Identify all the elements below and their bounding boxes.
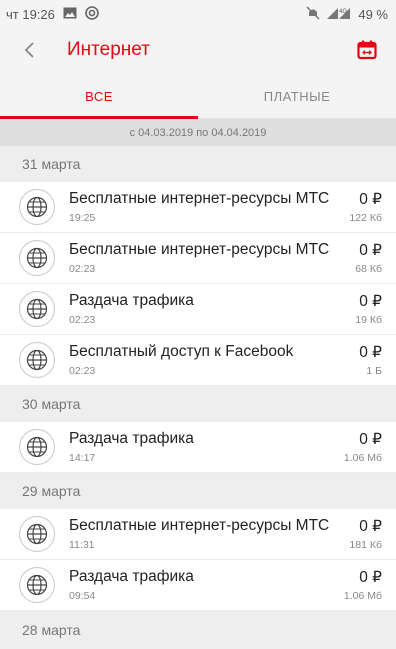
item-time: 02:23 (69, 263, 96, 275)
item-time: 14:17 (69, 452, 96, 464)
item-amount: 0 ₽ (359, 431, 382, 448)
globe-icon (18, 239, 56, 277)
list-item[interactable]: Бесплатный доступ к Facebook 02:23 0 ₽ 1… (0, 335, 396, 386)
item-amount: 0 ₽ (359, 518, 382, 535)
spiral-notification-icon (85, 6, 99, 23)
item-size: 1.06 Мб (343, 452, 382, 464)
list-item[interactable]: Бесплатные интернет-ресурсы МТС 19:25 0 … (0, 182, 396, 233)
item-amount: 0 ₽ (359, 344, 382, 361)
item-name: Раздача трафика (69, 430, 194, 447)
list-item[interactable]: Раздача трафика 14:17 0 ₽ 1.06 Мб (0, 422, 396, 473)
item-size: 181 Кб (349, 539, 382, 551)
item-time: 11:31 (69, 539, 95, 551)
list-item[interactable]: Раздача трафика 02:23 0 ₽ 19 Кб (0, 284, 396, 335)
mute-icon (306, 6, 320, 23)
item-amount: 0 ₽ (359, 293, 382, 310)
calendar-button[interactable] (356, 39, 378, 61)
globe-icon (18, 290, 56, 328)
item-size: 68 Кб (355, 263, 382, 275)
item-size: 1 Б (366, 365, 382, 377)
item-time: 02:23 (69, 314, 96, 326)
status-bar: чт 19:26 4G 49 % (0, 0, 396, 28)
item-size: 122 Кб (349, 212, 382, 224)
day-header: 31 марта (0, 146, 396, 182)
image-notification-icon (63, 7, 77, 22)
globe-icon (18, 515, 56, 553)
globe-icon (18, 428, 56, 466)
tab-all[interactable]: ВСЕ (0, 74, 198, 118)
battery-level: 49 % (358, 7, 388, 22)
item-name: Бесплатные интернет-ресурсы МТС (69, 241, 330, 258)
globe-icon (18, 566, 56, 604)
page-title: Интернет (67, 39, 150, 60)
item-size: 19 Кб (355, 314, 382, 326)
item-amount: 0 ₽ (359, 569, 382, 586)
chevron-left-icon (24, 42, 34, 58)
network-type-label: 4G (339, 9, 347, 15)
item-time: 19:25 (69, 212, 96, 224)
item-amount: 0 ₽ (359, 242, 382, 259)
item-name: Бесплатные интернет-ресурсы МТС (69, 517, 330, 534)
period-range: с 04.03.2019 по 04.04.2019 (0, 119, 396, 146)
list-item[interactable]: Бесплатные интернет-ресурсы МТС 11:31 0 … (0, 509, 396, 560)
list-item[interactable]: Раздача трафика 09:54 0 ₽ 1.06 Мб (0, 560, 396, 611)
signal-icon: 4G (326, 6, 352, 23)
app-header: Интернет (0, 28, 396, 74)
globe-icon (18, 188, 56, 226)
item-name: Бесплатные интернет-ресурсы МТС (69, 190, 330, 207)
day-header: 29 марта (0, 473, 396, 509)
item-time: 02:23 (69, 365, 96, 377)
tab-paid[interactable]: ПЛАТНЫЕ (198, 74, 396, 118)
item-name: Раздача трафика (69, 568, 194, 585)
tab-bar: ВСЕ ПЛАТНЫЕ (0, 74, 396, 119)
day-header: 28 марта (0, 611, 396, 649)
status-time: чт 19:26 (6, 7, 55, 22)
item-name: Раздача трафика (69, 292, 194, 309)
back-button[interactable] (18, 38, 40, 62)
calendar-icon (357, 40, 377, 60)
item-amount: 0 ₽ (359, 191, 382, 208)
item-time: 09:54 (69, 590, 96, 602)
list-item[interactable]: Бесплатные интернет-ресурсы МТС 02:23 0 … (0, 233, 396, 284)
item-size: 1.06 Мб (343, 590, 382, 602)
day-header: 30 марта (0, 386, 396, 422)
item-name: Бесплатный доступ к Facebook (69, 343, 294, 360)
globe-icon (18, 341, 56, 379)
